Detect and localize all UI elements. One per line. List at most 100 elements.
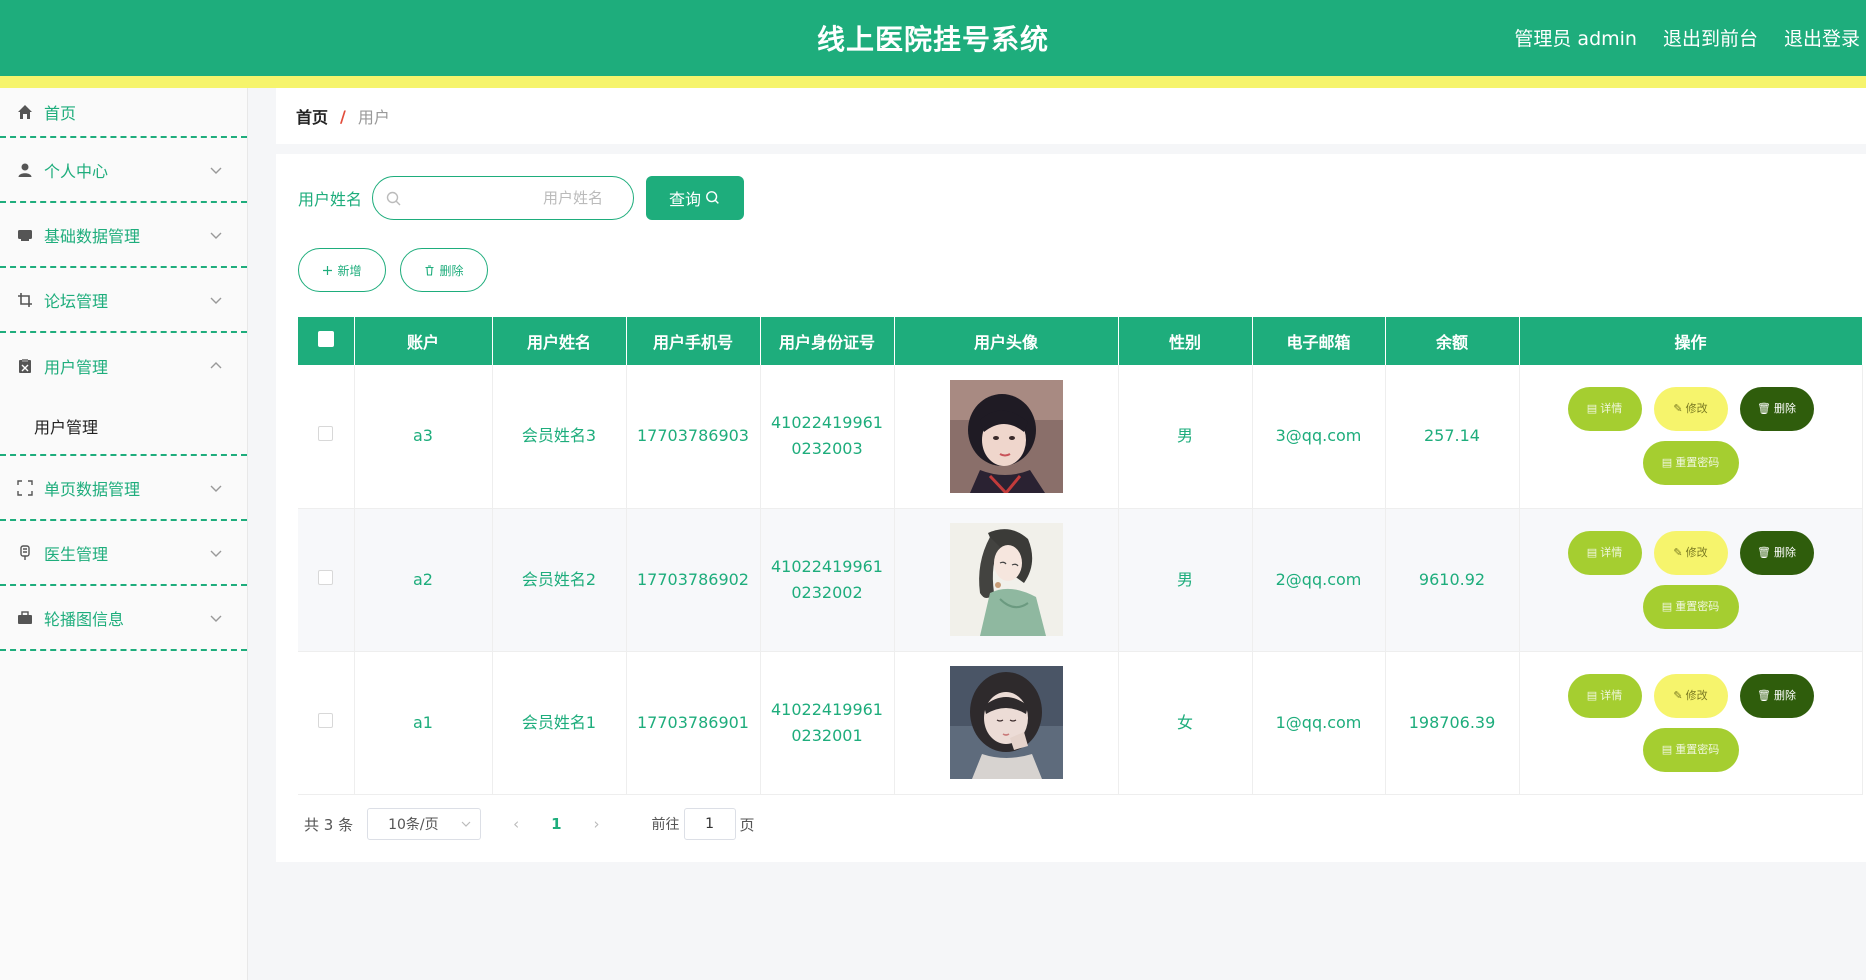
reset-password-button[interactable]: ▤ 重置密码 xyxy=(1642,727,1739,772)
detail-button[interactable]: ▤ 详情 xyxy=(1567,530,1642,575)
header-links: 管理员 admin 退出到前台 退出登录 xyxy=(1514,24,1860,51)
select-all-checkbox[interactable] xyxy=(317,331,334,347)
name-cell: 会员姓名3 xyxy=(492,365,627,509)
chevron-down-icon xyxy=(210,550,222,557)
row-checkbox[interactable] xyxy=(318,712,334,728)
action-bar: 新增 删除 xyxy=(298,248,488,292)
user-icon xyxy=(16,161,34,179)
goto-page-input[interactable] xyxy=(683,808,736,840)
row-delete-button[interactable]: 🗑 删除 xyxy=(1739,387,1814,432)
pagination: 共 3 条 10条/页 ‹ 1 › 前往 页 xyxy=(304,808,755,840)
operations-cell: ▤ 详情 ✎ 修改 🗑 删除 ▤ 重置密码 xyxy=(1519,651,1863,795)
reset-label: 重置密码 xyxy=(1675,599,1720,613)
column-header: 电子邮箱 xyxy=(1252,317,1386,365)
row-delete-button[interactable]: 🗑 删除 xyxy=(1739,530,1814,575)
sidebar-item-home[interactable]: 首页 xyxy=(0,88,247,138)
breadcrumb-home[interactable]: 首页 xyxy=(296,104,328,128)
trash-icon: 🗑 xyxy=(1757,545,1771,559)
sidebar-subitem-user-management[interactable]: 用户管理 xyxy=(0,398,247,454)
row-actions: ▤ 详情 ✎ 修改 🗑 删除 ▤ 重置密码 xyxy=(1561,387,1821,486)
sidebar-item-basic-data[interactable]: 基础数据管理 xyxy=(0,203,247,268)
gender-cell: 男 xyxy=(1118,508,1253,652)
admin-label: 管理员 admin xyxy=(1514,28,1637,50)
avatar-image[interactable] xyxy=(949,523,1063,636)
sidebar-item-user-management[interactable]: 用户管理 xyxy=(0,333,247,398)
id-number-cell: 41022419961 0232001 xyxy=(760,651,895,795)
avatar-image[interactable] xyxy=(949,379,1063,493)
operations-cell: ▤ 详情 ✎ 修改 🗑 删除 ▤ 重置密码 xyxy=(1519,365,1863,509)
page-unit-label: 页 xyxy=(739,815,755,834)
data-icon xyxy=(16,226,34,244)
column-header: 用户姓名 xyxy=(492,317,627,365)
avatar-image[interactable] xyxy=(949,666,1063,779)
row-checkbox[interactable] xyxy=(318,426,334,442)
reset-password-button[interactable]: ▤ 重置密码 xyxy=(1642,584,1739,629)
sidebar-item-carousel[interactable]: 轮播图信息 xyxy=(0,586,247,651)
gender-cell: 男 xyxy=(1118,365,1253,509)
row-select-cell xyxy=(298,508,355,652)
balance-cell: 257.14 xyxy=(1385,365,1520,509)
id-line: 0232002 xyxy=(791,582,863,602)
table-row: a3 会员姓名3 17703786903 41022419961 0232003 xyxy=(298,365,1863,509)
column-header: 性别 xyxy=(1118,317,1253,365)
account-cell: a1 xyxy=(354,651,493,795)
sidebar-item-label: 个人中心 xyxy=(44,161,109,181)
balance-cell: 198706.39 xyxy=(1385,651,1520,795)
email-cell: 2@qq.com xyxy=(1252,508,1386,652)
column-header: 余额 xyxy=(1385,317,1520,365)
table-row: a1 会员姓名1 17703786901 41022419961 0232001 xyxy=(298,651,1863,795)
next-page-button[interactable]: › xyxy=(582,815,612,833)
edit-button[interactable]: ✎ 修改 xyxy=(1653,530,1728,575)
delete-label: 删除 xyxy=(1773,402,1796,416)
front-link[interactable]: 退出到前台 xyxy=(1663,24,1758,51)
sidebar-item-single-page-data[interactable]: 单页数据管理 xyxy=(0,456,247,521)
prev-page-button[interactable]: ‹ xyxy=(501,815,531,833)
edit-button[interactable]: ✎ 修改 xyxy=(1653,387,1728,432)
plus-icon xyxy=(323,265,333,275)
delete-button[interactable]: 删除 xyxy=(400,248,488,292)
detail-button[interactable]: ▤ 详情 xyxy=(1567,673,1642,718)
reset-label: 重置密码 xyxy=(1675,456,1720,470)
delete-button-label: 删除 xyxy=(439,263,464,278)
name-cell: 会员姓名2 xyxy=(492,508,627,652)
email-cell: 1@qq.com xyxy=(1252,651,1386,795)
sidebar: 首页 个人中心 基础数据管理 论坛管理 用户管理 用户管理 单页数据管理 医生管… xyxy=(0,88,248,980)
logout-link[interactable]: 退出登录 xyxy=(1784,24,1860,51)
row-checkbox[interactable] xyxy=(318,569,334,585)
row-delete-button[interactable]: 🗑 删除 xyxy=(1739,673,1814,718)
table-row: a2 会员姓名2 17703786902 41022419961 0232002 xyxy=(298,508,1863,652)
detail-button[interactable]: ▤ 详情 xyxy=(1567,387,1642,432)
query-button-label: 查询 xyxy=(669,190,702,209)
chevron-up-icon xyxy=(210,361,222,368)
query-button[interactable]: 查询 xyxy=(646,176,745,220)
row-select-cell xyxy=(298,365,355,509)
breadcrumb-separator: / xyxy=(340,106,346,126)
search-input[interactable] xyxy=(373,177,634,219)
id-number-cell: 41022419961 0232003 xyxy=(760,365,895,509)
search-label: 用户姓名 xyxy=(298,190,363,209)
reset-icon: ▤ xyxy=(1661,742,1673,756)
search-form: 用户姓名 查询 xyxy=(298,176,745,220)
phone-cell: 17703786903 xyxy=(626,365,761,509)
search-icon xyxy=(386,191,401,206)
sidebar-item-label: 基础数据管理 xyxy=(44,226,141,246)
edit-icon: ✎ xyxy=(1673,688,1683,702)
edit-label: 修改 xyxy=(1685,545,1708,559)
edit-button[interactable]: ✎ 修改 xyxy=(1653,673,1728,718)
reset-password-button[interactable]: ▤ 重置密码 xyxy=(1642,441,1739,486)
detail-label: 详情 xyxy=(1600,688,1623,702)
sidebar-item-doctor[interactable]: 医生管理 xyxy=(0,521,247,586)
account-cell: a3 xyxy=(354,365,493,509)
add-button[interactable]: 新增 xyxy=(298,248,386,292)
row-actions: ▤ 详情 ✎ 修改 🗑 删除 ▤ 重置密码 xyxy=(1561,673,1821,772)
trash-icon: 🗑 xyxy=(1757,688,1771,702)
page-size-select[interactable]: 10条/页 xyxy=(367,808,482,840)
page-number[interactable]: 1 xyxy=(551,815,561,833)
search-box xyxy=(372,176,635,220)
sidebar-item-forum[interactable]: 论坛管理 xyxy=(0,268,247,333)
delete-label: 删除 xyxy=(1773,545,1796,559)
breadcrumb-current: 用户 xyxy=(357,108,390,127)
sidebar-item-personal-center[interactable]: 个人中心 xyxy=(0,138,247,203)
reset-icon: ▤ xyxy=(1661,456,1673,470)
sidebar-item-label: 首页 xyxy=(44,104,77,123)
